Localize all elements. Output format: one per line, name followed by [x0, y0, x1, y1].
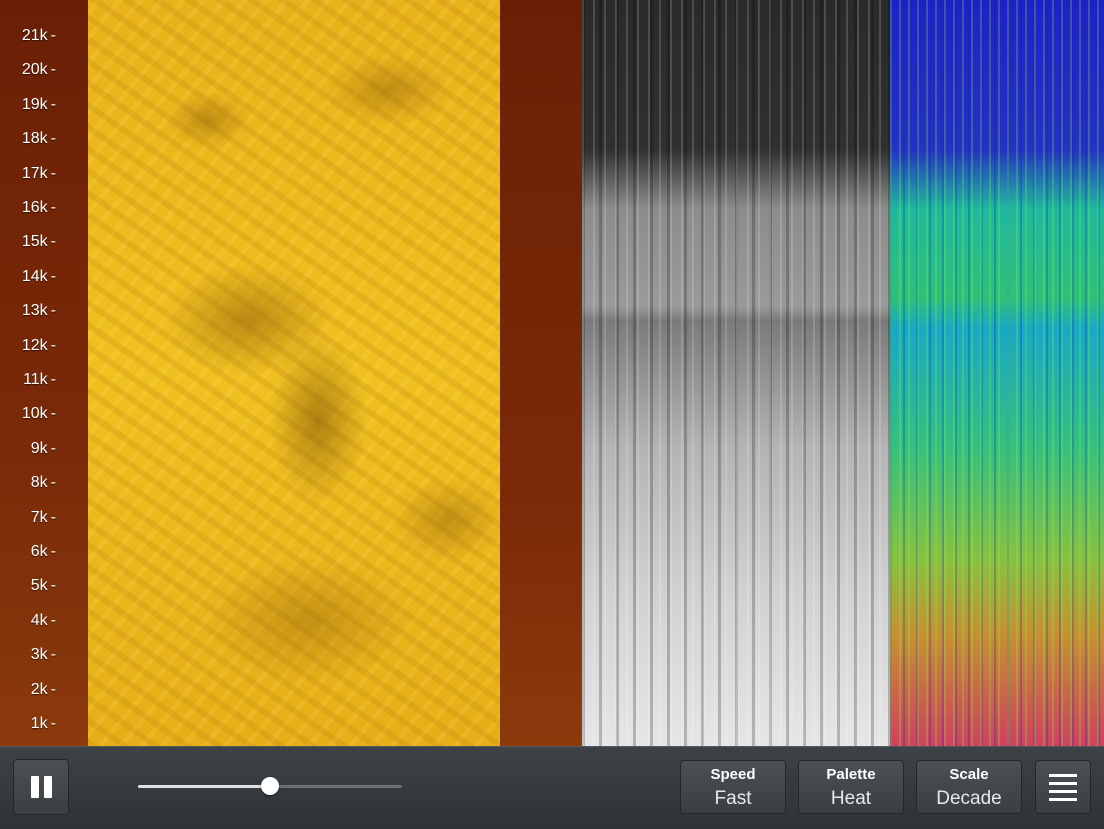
palette-label: Palette — [826, 766, 876, 783]
frequency-tick-text: 8k — [30, 474, 48, 492]
frequency-tick-mark: - — [50, 267, 56, 285]
frequency-tick-mark: - — [50, 302, 56, 320]
frequency-tick-mark: - — [50, 611, 56, 629]
spectrogram-band-grayscale — [582, 0, 890, 746]
bottom-toolbar: Speed Fast Palette Heat Scale Decade — [0, 746, 1104, 829]
frequency-tick-label: 16k - — [22, 198, 56, 218]
frequency-tick-text: 16k — [21, 199, 48, 216]
frequency-tick-label: 10k - — [22, 404, 56, 424]
frequency-tick-text: 21k — [21, 27, 48, 44]
frequency-tick-label: 21k - — [22, 26, 56, 46]
pause-icon — [30, 776, 52, 798]
scale-label: Scale — [949, 766, 989, 783]
frequency-tick-mark: - — [50, 233, 56, 251]
menu-icon — [1049, 773, 1077, 801]
frequency-tick-mark: - — [50, 199, 56, 216]
frequency-tick-text: 7k — [30, 508, 48, 526]
spectrogram-view: 21k -20k -19k -18k -17k -16k -15k -14k -13k -12k -… — [0, 0, 1104, 746]
frequency-tick-mark: - — [50, 164, 56, 182]
frequency-tick-text: 2k — [30, 680, 48, 698]
frequency-tick-text: 14k — [21, 267, 48, 285]
spectrogram-band-color — [890, 0, 1104, 746]
frequency-tick-text: 1k — [30, 715, 48, 732]
frequency-tick-mark: - — [50, 715, 56, 732]
frequency-tick-mark: - — [50, 680, 56, 698]
spectrogram-band-image — [88, 0, 500, 746]
frequency-tick-label: 3k - — [31, 645, 56, 665]
frequency-tick-label: 19k - — [22, 95, 56, 115]
frequency-tick-text: 12k — [21, 336, 48, 354]
frequency-tick-mark: - — [50, 371, 56, 388]
frequency-tick-label: 13k - — [22, 301, 56, 321]
frequency-tick-label: 5k - — [31, 576, 56, 596]
frequency-tick-label: 7k - — [31, 508, 56, 528]
menu-button[interactable] — [1035, 760, 1091, 814]
frequency-tick-text: 20k — [21, 61, 48, 79]
frequency-tick-label: 2k - — [31, 680, 56, 700]
frequency-tick-text: 3k — [30, 646, 48, 664]
palette-button[interactable]: Palette Heat — [798, 760, 904, 814]
frequency-tick-label: 18k - — [22, 129, 56, 149]
frequency-tick-text: 6k — [30, 543, 48, 560]
frequency-tick-mark: - — [50, 27, 56, 44]
frequency-tick-text: 18k — [21, 130, 48, 148]
frequency-tick-label: 11k - — [23, 370, 56, 390]
frequency-tick-mark: - — [50, 95, 56, 113]
frequency-tick-text: 10k — [21, 405, 48, 423]
frequency-tick-label: 17k - — [22, 164, 56, 184]
frequency-tick-label: 14k - — [22, 267, 56, 287]
frequency-tick-mark: - — [50, 130, 56, 148]
palette-value: Heat — [830, 788, 872, 809]
frequency-tick-label: 8k - — [31, 473, 56, 493]
frequency-tick-label: 15k - — [22, 232, 56, 252]
scale-button[interactable]: Scale Decade — [916, 760, 1022, 814]
frequency-tick-label: 12k - — [22, 336, 56, 356]
frequency-tick-label: 6k - — [31, 542, 56, 562]
pause-button[interactable] — [13, 759, 69, 815]
frequency-tick-label: 20k - — [22, 60, 56, 80]
frequency-tick-mark: - — [50, 577, 56, 595]
frequency-tick-label: 9k - — [31, 439, 56, 459]
frequency-tick-mark: - — [50, 439, 56, 457]
frequency-tick-mark: - — [50, 61, 56, 79]
frequency-axis: 21k -20k -19k -18k -17k -16k -15k -14k -13k -12k -… — [0, 0, 70, 746]
speed-label: Speed — [710, 766, 756, 783]
frequency-tick-text: 13k — [21, 302, 48, 320]
frequency-tick-text: 5k — [30, 577, 48, 595]
frequency-tick-mark: - — [50, 336, 56, 354]
scale-value: Decade — [936, 788, 1002, 809]
frequency-tick-text: 4k — [30, 611, 48, 629]
frequency-tick-mark: - — [50, 474, 56, 492]
gain-slider[interactable] — [138, 777, 402, 797]
slider-thumb[interactable] — [261, 777, 279, 795]
frequency-tick-mark: - — [50, 646, 56, 664]
frequency-tick-label: 4k - — [31, 611, 56, 631]
frequency-tick-text: 15k — [21, 233, 48, 251]
frequency-tick-text: 11k — [23, 371, 48, 388]
frequency-tick-mark: - — [50, 508, 56, 526]
slider-fill — [138, 785, 270, 788]
spectrogram-band-rust-middle — [500, 0, 582, 746]
frequency-tick-mark: - — [50, 405, 56, 423]
speed-value: Fast — [714, 788, 752, 809]
frequency-tick-label: 1k - — [31, 714, 56, 734]
speed-button[interactable]: Speed Fast — [680, 760, 786, 814]
frequency-tick-text: 9k — [30, 439, 48, 457]
frequency-tick-text: 19k — [21, 95, 48, 113]
frequency-tick-mark: - — [50, 543, 56, 560]
frequency-tick-text: 17k — [21, 164, 48, 182]
